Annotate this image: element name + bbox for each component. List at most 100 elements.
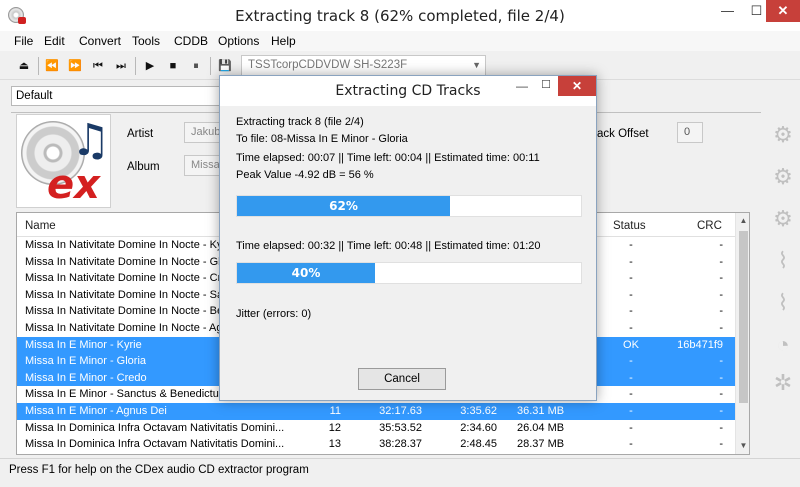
- status-text: Press F1 for help on the CDex audio CD e…: [9, 464, 309, 476]
- table-row[interactable]: Missa In Dominica Infra Octavam Nativita…: [17, 420, 735, 437]
- fast-forward-icon[interactable]: ⏩: [65, 57, 85, 75]
- track-duration-cell: 3:35.62: [460, 404, 497, 417]
- table-row[interactable]: Missa In E Minor - Agnus Dei 11 32:17.63 3:…: [17, 402, 735, 420]
- track-status-cell: -: [629, 404, 633, 417]
- column-header-name[interactable]: Name: [25, 220, 56, 232]
- scrollbar-thumb[interactable]: [739, 231, 748, 403]
- track-crc-cell: -: [719, 321, 723, 334]
- profile-select[interactable]: Default: [11, 86, 231, 106]
- dialog-minimize-button[interactable]: —: [510, 76, 534, 96]
- menu-help[interactable]: Help: [271, 34, 296, 48]
- track-duration-cell: 2:48.45: [460, 438, 497, 451]
- track-size-cell: 28.37 MB: [517, 438, 565, 451]
- status-bar: Press F1 for help on the CDex audio CD e…: [0, 458, 800, 487]
- track-status-cell: -: [629, 255, 633, 268]
- track-start-cell: 32:17.63: [379, 404, 422, 417]
- track-crc-cell: -: [719, 355, 723, 368]
- track-crc-cell: -: [719, 421, 723, 434]
- track-crc-cell: -: [719, 239, 723, 251]
- column-header-crc[interactable]: CRC: [697, 220, 722, 232]
- menu-edit[interactable]: Edit: [44, 34, 65, 48]
- track-status-cell: OK: [623, 338, 639, 351]
- dialog-maximize-button[interactable]: ☐: [534, 76, 558, 96]
- previous-track-icon[interactable]: ⏮: [88, 57, 108, 75]
- table-row[interactable]: Missa In Dominica Infra Octavam Nativita…: [17, 436, 735, 453]
- cdex-logo: ♫ ex: [16, 114, 111, 208]
- pause-icon[interactable]: ⏸: [186, 57, 206, 75]
- track-crc-cell: -: [719, 288, 723, 301]
- track-progress-bar: 62%: [236, 195, 582, 217]
- track-status-cell: -: [629, 321, 633, 334]
- track-number-cell: 11: [329, 404, 341, 417]
- close-button[interactable]: ✕: [766, 0, 800, 22]
- stop-icon[interactable]: ■: [163, 57, 183, 75]
- menu-tools[interactable]: Tools: [132, 34, 160, 48]
- track-crc-cell: -: [719, 388, 723, 401]
- track-number-cell: 13: [328, 438, 341, 451]
- convert-wav-icon[interactable]: ⌇: [768, 246, 798, 276]
- rip-to-mp3-icon[interactable]: ⚙: [768, 162, 798, 192]
- cd-drive-value: TSSTcorpCDDVDW SH-S223F: [248, 59, 408, 71]
- track-status-cell: -: [629, 288, 633, 301]
- track-crc-cell: -: [719, 305, 723, 318]
- save-icon[interactable]: 💾: [215, 57, 235, 75]
- vertical-scrollbar[interactable]: ▲ ▼: [735, 213, 749, 454]
- track-name-cell: Missa In Dominica Infra Octavam Nativita…: [25, 421, 285, 434]
- track-progress-label: 62%: [329, 199, 358, 213]
- artist-field[interactable]: Jakub: [184, 122, 224, 143]
- track-duration-cell: 2:34.60: [460, 421, 497, 434]
- track-status-cell: -: [629, 421, 633, 434]
- window-title: Extracting track 8 (62% completed, file …: [235, 7, 565, 25]
- track-crc-cell: -: [719, 272, 723, 285]
- track-status-cell: -: [629, 272, 633, 285]
- dialog-title-bar: Extracting CD Tracks — ☐ ✕: [220, 76, 596, 106]
- track-status-cell: -: [629, 438, 633, 451]
- minimize-button[interactable]: —: [713, 0, 742, 22]
- title-bar: Extracting track 8 (62% completed, file …: [0, 0, 800, 31]
- jitter-text: Jitter (errors: 0): [236, 308, 312, 320]
- rewind-icon[interactable]: ⏪: [42, 57, 62, 75]
- track-crc-cell: -: [719, 255, 723, 268]
- track-status-cell: -: [629, 239, 633, 251]
- track-size-cell: 36.31 MB: [517, 404, 565, 417]
- music-note-icon: ♫: [71, 115, 111, 166]
- menu-options[interactable]: Options: [218, 34, 259, 48]
- track-status-cell: -: [629, 388, 633, 401]
- cd-drive-select[interactable]: TSSTcorpCDDVDW SH-S223F ▼: [241, 55, 486, 76]
- toolbar-separator: [38, 57, 39, 75]
- convert-mp3-icon[interactable]: ⌇: [768, 288, 798, 318]
- track-crc-cell: -: [719, 371, 723, 384]
- offset-field[interactable]: 0: [677, 122, 703, 143]
- extracting-track-text: Extracting track 8 (file 2/4): [236, 116, 364, 128]
- track-status-cell: -: [629, 371, 633, 384]
- menu-bar: File Edit Convert Tools CDDB Options Hel…: [0, 31, 800, 51]
- target-file-text: To file: 08-Missa In E Minor - Gloria: [236, 133, 408, 145]
- rip-to-wav-icon[interactable]: ⚙: [768, 120, 798, 150]
- track-crc-cell: -: [719, 404, 723, 417]
- total-time-text: Time elapsed: 00:32 || Time left: 00:48 …: [236, 240, 541, 252]
- menu-convert[interactable]: Convert: [79, 34, 121, 48]
- rip-section-icon[interactable]: ⚙: [768, 204, 798, 234]
- scroll-up-icon[interactable]: ▲: [736, 213, 749, 229]
- track-time-text: Time elapsed: 00:07 || Time left: 00:04 …: [236, 152, 540, 164]
- track-start-cell: 38:28.37: [379, 438, 422, 451]
- track-start-cell: 35:53.52: [379, 421, 422, 434]
- track-crc-cell: -: [719, 438, 723, 451]
- dialog-close-button[interactable]: ✕: [558, 76, 596, 96]
- settings-gear-icon[interactable]: ✲: [768, 368, 798, 398]
- menu-file[interactable]: File: [14, 34, 33, 48]
- track-status-cell: -: [629, 355, 633, 368]
- track-crc-cell: 16b471f9: [677, 338, 723, 351]
- play-icon[interactable]: ▶: [140, 57, 160, 75]
- cddb-query-icon[interactable]: ◔: [768, 330, 798, 360]
- toolbar-separator: [210, 57, 211, 75]
- menu-cddb[interactable]: CDDB: [174, 34, 208, 48]
- eject-icon[interactable]: ⏏: [14, 57, 34, 75]
- track-name-cell: Missa In Dominica Infra Octavam Nativita…: [25, 438, 285, 451]
- cancel-button[interactable]: Cancel: [358, 368, 446, 390]
- next-track-icon[interactable]: ⏭: [111, 57, 131, 75]
- column-header-status[interactable]: Status: [613, 220, 646, 232]
- album-field[interactable]: Missae: [184, 155, 224, 176]
- scroll-down-icon[interactable]: ▼: [736, 438, 749, 454]
- toolbar-separator: [135, 57, 136, 75]
